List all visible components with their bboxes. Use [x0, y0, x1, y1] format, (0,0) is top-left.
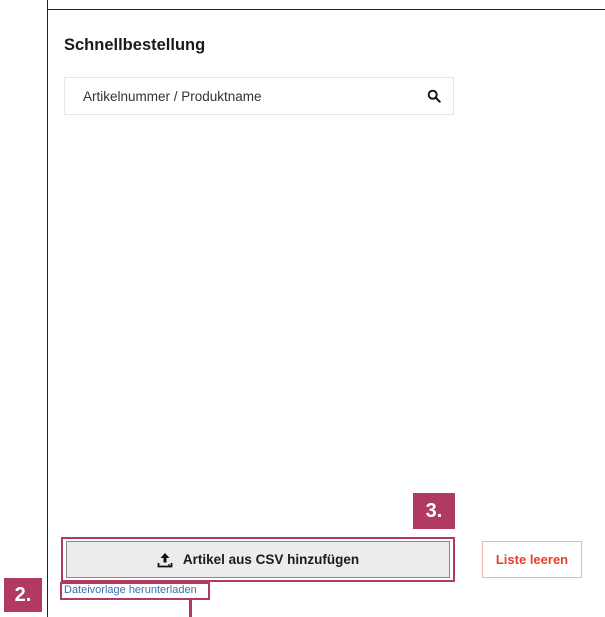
step-2-badge: 2. [4, 578, 42, 612]
upload-icon [157, 552, 173, 567]
page-title: Schnellbestellung [64, 36, 206, 54]
add-from-csv-button[interactable]: Artikel aus CSV hinzufügen [66, 541, 450, 578]
step-3-badge: 3. [413, 493, 455, 529]
annotation-connector [189, 600, 192, 617]
add-from-csv-label: Artikel aus CSV hinzufügen [182, 552, 360, 567]
search-field[interactable] [64, 77, 454, 115]
clear-list-button[interactable]: Liste leeren [482, 541, 582, 578]
search-input[interactable] [83, 88, 403, 104]
download-template-link[interactable]: Dateivorlage herunterladen [64, 584, 197, 596]
panel-top-border [47, 9, 605, 10]
panel-left-border [47, 0, 48, 617]
search-icon[interactable] [427, 89, 441, 103]
